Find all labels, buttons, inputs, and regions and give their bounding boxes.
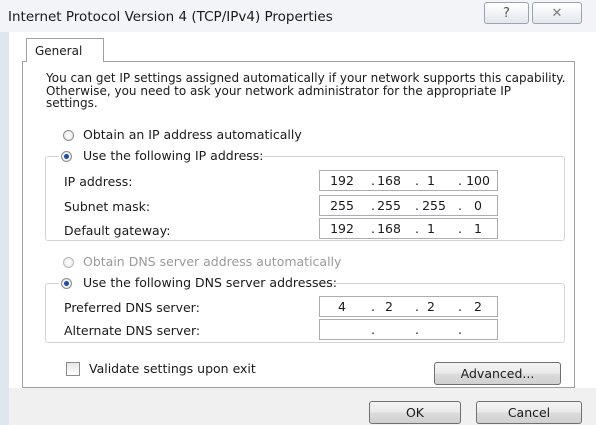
intro-text: You can get IP settings assigned automat…	[46, 71, 566, 110]
alternate-dns-input[interactable]: . . .	[319, 319, 498, 340]
default-gateway-octet-2: 168	[377, 221, 401, 236]
window-frame-edge	[0, 32, 9, 425]
default-gateway-octet-4: 1	[474, 221, 482, 236]
ip-address-octet-3: 1	[427, 173, 435, 188]
obtain-dns-auto-radio[interactable]	[63, 257, 74, 268]
obtain-ip-auto-radio[interactable]	[63, 130, 74, 141]
ip-dot: .	[458, 322, 462, 337]
validate-settings-label: Validate settings upon exit	[89, 361, 256, 376]
ipv4-properties-dialog: Internet Protocol Version 4 (TCP/IPv4) P…	[0, 0, 596, 425]
alternate-dns-label: Alternate DNS server:	[64, 323, 201, 338]
window-title: Internet Protocol Version 4 (TCP/IPv4) P…	[8, 9, 333, 25]
tab-general[interactable]: General	[26, 38, 104, 62]
subnet-mask-octet-4: 0	[474, 198, 482, 213]
default-gateway-label: Default gateway:	[64, 223, 171, 238]
preferred-dns-octet-3: 2	[427, 299, 435, 314]
tab-general-label: General	[35, 44, 83, 58]
ip-address-octet-4: 100	[466, 173, 490, 188]
ip-dot: .	[458, 221, 462, 236]
ip-address-label: IP address:	[64, 174, 133, 189]
validate-settings-checkbox[interactable]	[66, 362, 80, 376]
preferred-dns-octet-2: 2	[385, 299, 393, 314]
default-gateway-octet-3: 1	[427, 221, 435, 236]
default-gateway-input[interactable]: 192 . 168 . 1 . 1	[319, 218, 498, 239]
close-button[interactable]: ✕	[532, 2, 582, 24]
ip-dot: .	[458, 299, 462, 314]
ok-button[interactable]: OK	[369, 401, 461, 424]
ip-address-octet-1: 192	[330, 173, 354, 188]
use-dns-manual-label: Use the following DNS server addresses:	[83, 275, 337, 290]
ip-dot: .	[458, 173, 462, 188]
advanced-button[interactable]: Advanced...	[434, 362, 561, 385]
preferred-dns-octet-4: 2	[474, 299, 482, 314]
preferred-dns-octet-1: 4	[338, 299, 346, 314]
ip-address-input[interactable]: 192 . 168 . 1 . 100	[319, 170, 498, 191]
close-icon: ✕	[551, 6, 563, 21]
use-ip-manual-label: Use the following IP address:	[83, 148, 264, 163]
dns-manual-legend: Use the following DNS server addresses:	[59, 275, 337, 291]
subnet-mask-input[interactable]: 255 . 255 . 255 . 0	[319, 195, 498, 216]
obtain-ip-auto-label: Obtain an IP address automatically	[83, 127, 302, 142]
ip-dot: .	[415, 322, 419, 337]
cancel-button[interactable]: Cancel	[476, 401, 582, 424]
use-dns-manual-radio[interactable]	[61, 278, 72, 289]
subnet-mask-octet-2: 255	[377, 198, 401, 213]
default-gateway-octet-1: 192	[330, 221, 354, 236]
ip-dot: .	[371, 322, 375, 337]
question-icon: ?	[503, 6, 510, 21]
preferred-dns-label: Preferred DNS server:	[64, 300, 200, 315]
subnet-mask-octet-3: 255	[422, 198, 446, 213]
use-ip-manual-radio[interactable]	[61, 151, 72, 162]
ip-address-octet-2: 168	[377, 173, 401, 188]
ip-manual-legend: Use the following IP address:	[59, 148, 264, 164]
title-bar: Internet Protocol Version 4 (TCP/IPv4) P…	[0, 0, 596, 32]
ip-dot: .	[458, 198, 462, 213]
obtain-dns-auto-label: Obtain DNS server address automatically	[83, 254, 342, 269]
subnet-mask-octet-1: 255	[330, 198, 354, 213]
help-button[interactable]: ?	[484, 2, 529, 24]
preferred-dns-input[interactable]: 4 . 2 . 2 . 2	[319, 296, 498, 317]
subnet-mask-label: Subnet mask:	[64, 199, 151, 214]
